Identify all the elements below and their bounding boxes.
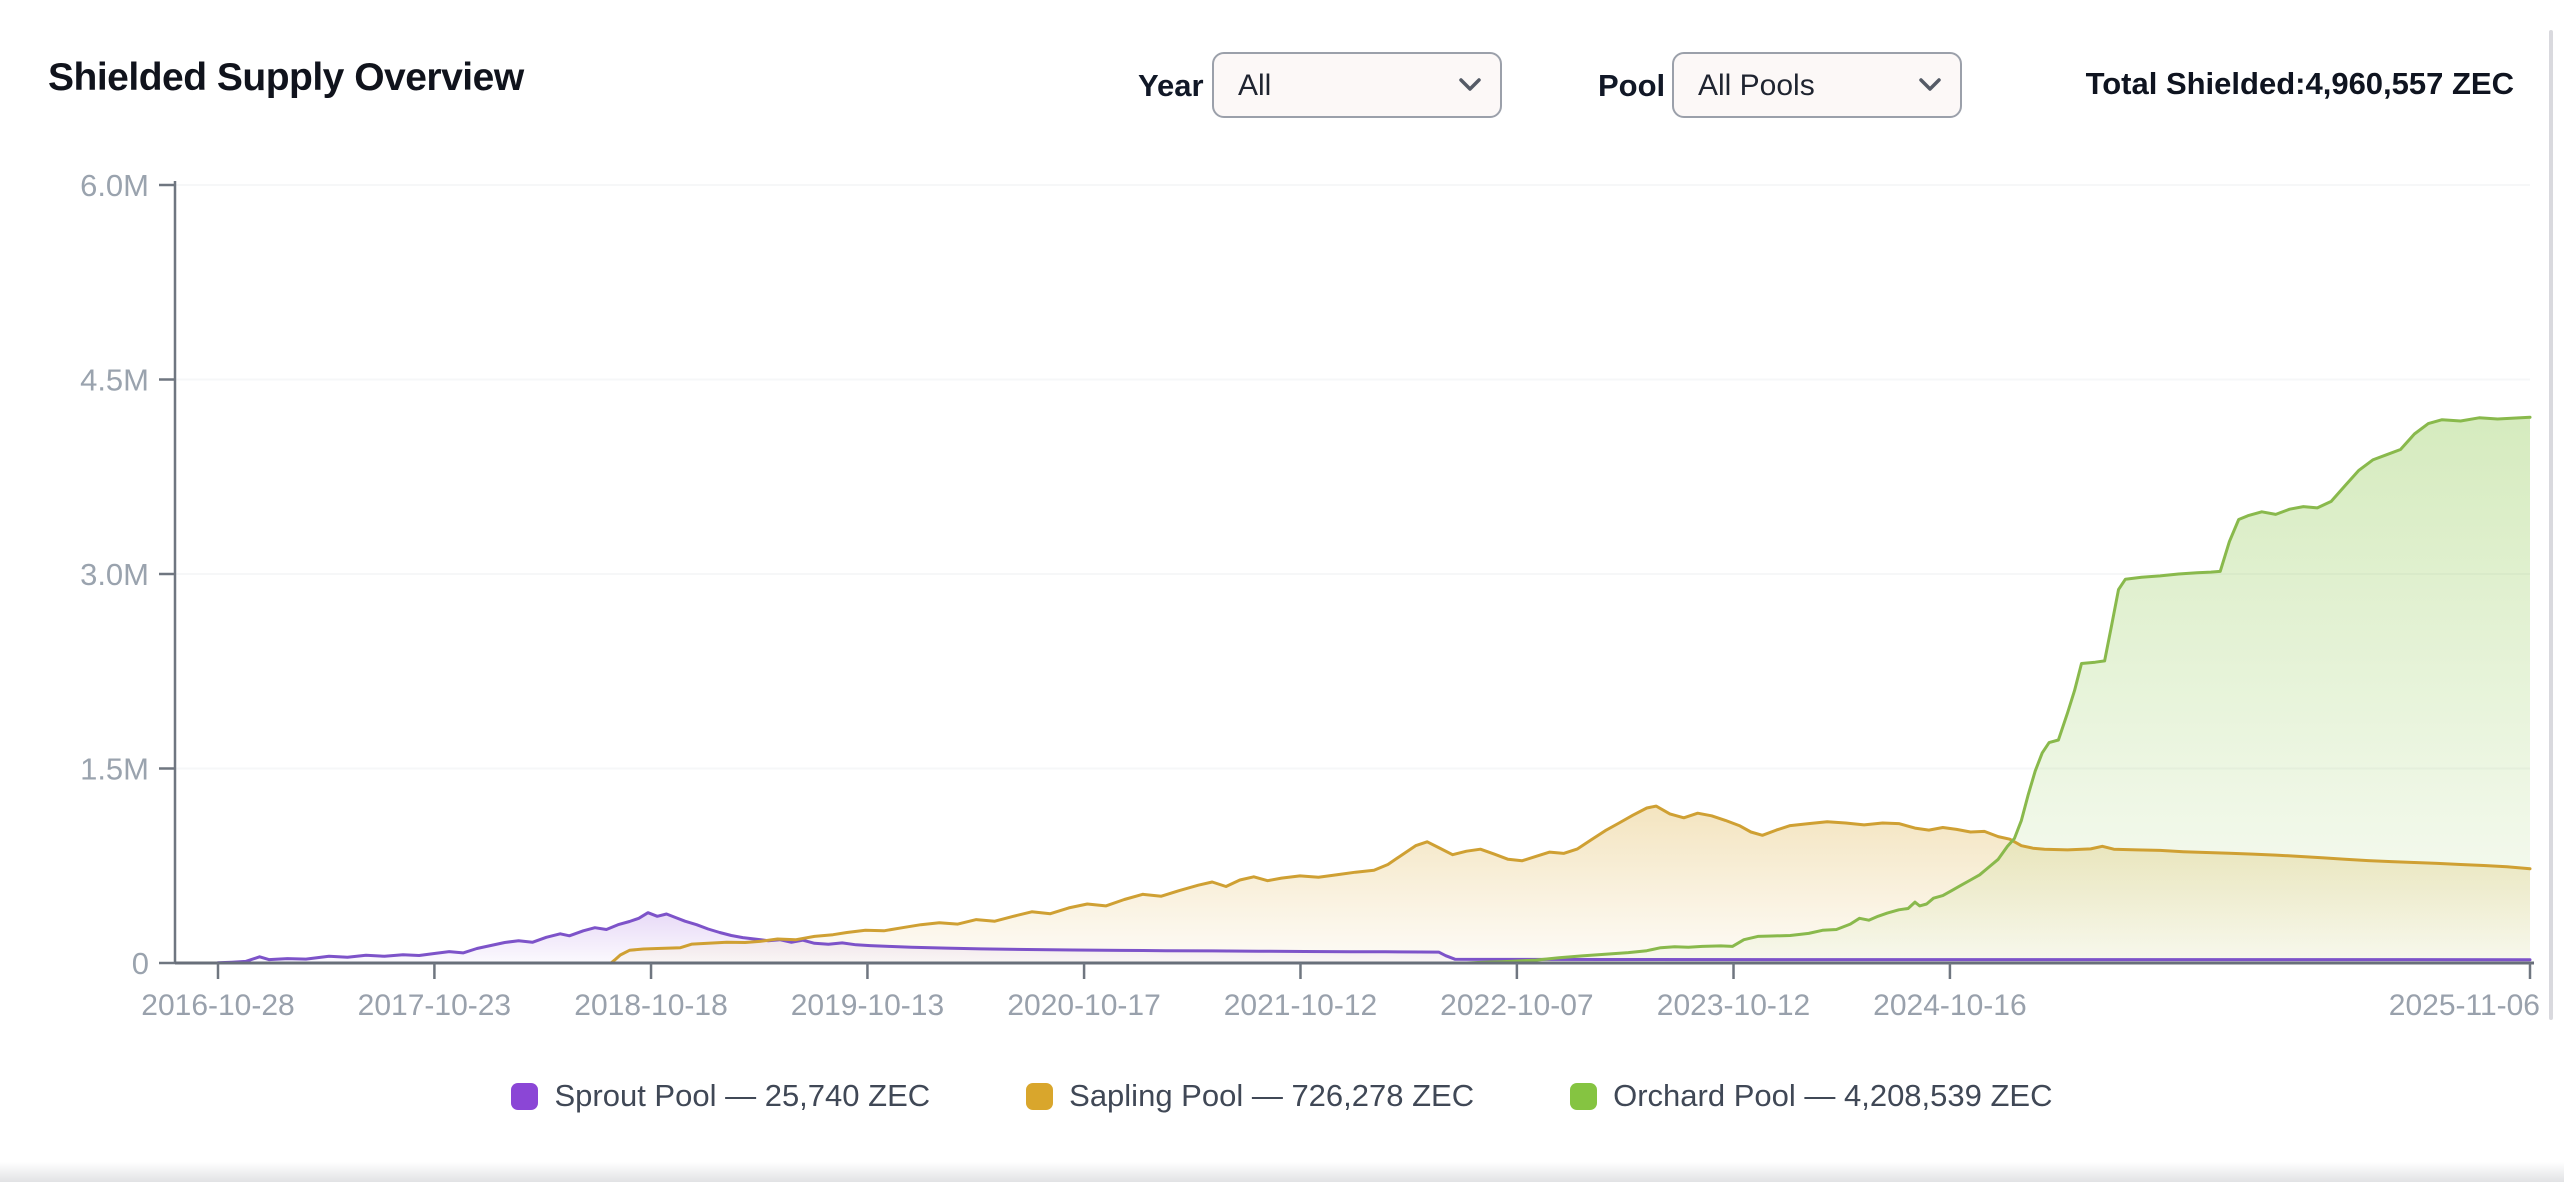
legend-label: Sprout Pool — 25,740 ZEC: [554, 1078, 931, 1113]
x-tick-label: 2025-11-06: [2389, 989, 2540, 1022]
y-tick-label: 1.5M: [80, 752, 149, 787]
y-tick-label: 4.5M: [80, 363, 149, 398]
pool-filter-label: Pool: [1598, 68, 1666, 103]
x-tick-label: 2023-10-12: [1657, 989, 1810, 1022]
pool-filter: All Pools: [1672, 52, 1962, 118]
x-tick-label: 2019-10-13: [791, 989, 944, 1022]
sapling-swatch-icon: [1026, 1082, 1054, 1110]
sprout-swatch-icon: [511, 1082, 539, 1110]
legend-item-sapling: Sapling Pool — 726,278 ZEC: [1026, 1078, 1474, 1114]
legend-item-sprout: Sprout Pool — 25,740 ZEC: [511, 1078, 930, 1114]
shielded-supply-chart: 0 1.5M 3.0M 4.5M 6.0M 2016-10-28 2017-10-23 201…: [80, 168, 2540, 1022]
y-tick-label: 6.0M: [80, 168, 149, 203]
total-shielded: Total Shielded:4,960,557 ZEC: [2086, 66, 2514, 102]
x-tick-label: 2018-10-18: [574, 989, 727, 1022]
legend-label: Sapling Pool — 726,278 ZEC: [1069, 1078, 1475, 1113]
x-tick-label: 2020-10-17: [1007, 989, 1160, 1022]
x-tick-label: 2024-10-16: [1873, 989, 2026, 1022]
total-shielded-value: 4,960,557 ZEC: [2305, 66, 2514, 101]
x-tick-label: 2021-10-12: [1224, 989, 1377, 1022]
y-tick-label: 0: [132, 946, 149, 981]
orchard-swatch-icon: [1570, 1082, 1598, 1110]
x-tick-label: 2016-10-28: [141, 989, 294, 1022]
y-tick-label: 3.0M: [80, 557, 149, 592]
page-scrollbar[interactable]: [2549, 30, 2553, 1020]
legend-label: Orchard Pool — 4,208,539 ZEC: [1613, 1078, 2053, 1113]
page-title: Shielded Supply Overview: [48, 56, 524, 99]
bottom-divider: [0, 1162, 2564, 1182]
total-shielded-label: Total Shielded:: [2085, 66, 2306, 101]
x-tick-label: 2017-10-23: [358, 989, 511, 1022]
x-tick-label: 2022-10-07: [1440, 989, 1593, 1022]
year-filter: All: [1212, 52, 1502, 118]
year-select[interactable]: All: [1212, 52, 1502, 118]
chart-legend: Sprout Pool — 25,740 ZEC Sapling Pool — …: [0, 1068, 2564, 1124]
pool-select[interactable]: All Pools: [1672, 52, 1962, 118]
legend-item-orchard: Orchard Pool — 4,208,539 ZEC: [1570, 1078, 2053, 1114]
year-filter-label: Year: [1138, 68, 1204, 103]
